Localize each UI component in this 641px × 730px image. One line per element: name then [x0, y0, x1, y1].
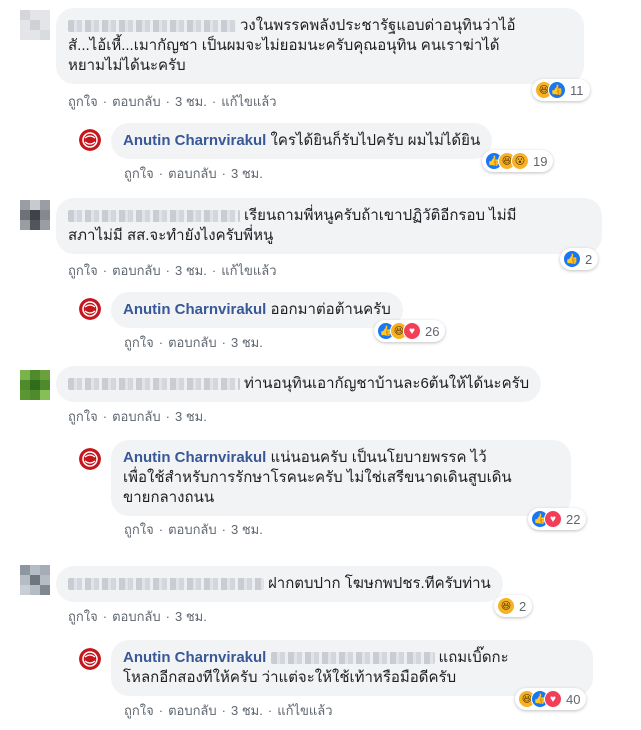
page-name[interactable]: Anutin Charnvirakul [123, 649, 266, 666]
comment-text: สภาไม่มี สส.จะทำยังไงครับพี่หนู [68, 227, 274, 244]
page-avatar[interactable] [79, 129, 101, 151]
timestamp[interactable]: 3 ชม. [231, 519, 263, 540]
page-name[interactable]: Anutin Charnvirakul [123, 301, 266, 318]
reaction-count: 2 [519, 598, 527, 614]
reply-text: โหลกอีกสองทีให้ครับ ว่าแต่จะให้ใช้เท้าหร… [123, 669, 457, 686]
reply-actions: ถูกใจ · ตอบกลับ · 3 ชม. [124, 332, 263, 353]
reaction-count: 26 [425, 323, 440, 339]
timestamp[interactable]: 3 ชม. [175, 606, 207, 627]
like-link[interactable]: ถูกใจ [124, 163, 154, 184]
reaction-summary[interactable]: 😆 2 [494, 595, 533, 617]
reaction-summary[interactable]: 👍 😆 ♥ 26 [374, 320, 446, 342]
reaction-summary[interactable]: 👍 😆 😮 19 [482, 150, 554, 172]
timestamp[interactable]: 3 ชม. [231, 700, 263, 721]
reply-actions: ถูกใจ · ตอบกลับ · 3 ชม. [124, 163, 263, 184]
comment-text: สั...ไอ้เหี้...เมากัญชา เป็นผมจะไม่ยอมนะ… [68, 37, 500, 54]
comment-text: ท่านอนุทินเอากัญชาบ้านละ6ต้นให้ได้นะครับ [244, 375, 530, 392]
edited-label: แก้ไขแล้ว [221, 94, 277, 109]
comment-text: หยามไม่ได้นะครับ [68, 57, 186, 74]
page-name[interactable]: Anutin Charnvirakul [123, 132, 266, 149]
reply-link[interactable]: ตอบกลับ [168, 700, 217, 721]
redacted-name [68, 210, 240, 223]
love-icon: ♥ [544, 690, 562, 708]
comment-actions: ถูกใจ · ตอบกลับ · 3 ชม. · แก้ไขแล้ว [68, 260, 277, 281]
reply-text: เพื่อใช้สำหรับการรักษาโรคนะครับ ไม่ใช่เส… [123, 469, 512, 486]
reply-link[interactable]: ตอบกลับ [112, 406, 161, 427]
comment-bubble: เรียนถามพี่หนูครับถ้าเขาปฏิวัติอีกรอบ ไม… [56, 198, 602, 254]
reply-link[interactable]: ตอบกลับ [112, 260, 161, 281]
timestamp[interactable]: 3 ชม. [175, 91, 207, 112]
commenter-avatar[interactable] [20, 10, 50, 40]
reply-bubble: Anutin Charnvirakul แน่นอนครับ เป็นนโยบา… [111, 440, 571, 516]
redacted-name [68, 578, 264, 591]
wow-icon: 😮 [511, 152, 529, 170]
like-link[interactable]: ถูกใจ [68, 606, 98, 627]
comment-bubble: ฝากตบปาก โฆษกพปชร.ทีครับท่าน [56, 566, 503, 602]
timestamp[interactable]: 3 ชม. [175, 260, 207, 281]
love-icon: ♥ [403, 322, 421, 340]
reply-text: แน่นอนครับ เป็นนโยบายพรรค ไว้ [270, 449, 487, 466]
commenter-avatar[interactable] [20, 200, 50, 230]
reaction-summary[interactable]: 😆 👍 11 [532, 79, 590, 101]
comment-actions: ถูกใจ · ตอบกลับ · 3 ชม. [68, 606, 207, 627]
comment-bubble: ท่านอนุทินเอากัญชาบ้านละ6ต้นให้ได้นะครับ [56, 366, 542, 402]
reaction-count: 40 [566, 691, 581, 707]
page-avatar[interactable] [79, 298, 101, 320]
reply-bubble: Anutin Charnvirakul ใครได้ยินก็รับไปครับ… [111, 123, 493, 159]
reply-link[interactable]: ตอบกลับ [168, 519, 217, 540]
commenter-avatar[interactable] [20, 565, 50, 595]
reaction-count: 2 [585, 251, 593, 267]
reply-text: ใครได้ยินก็รับไปครับ ผมไม่ได้ยิน [270, 132, 481, 149]
reaction-summary[interactable]: 👍 2 [560, 248, 599, 270]
reply-text: ขายกลางถนน [123, 489, 215, 506]
comment-text: ฝากตบปาก โฆษกพปชร.ทีครับท่าน [268, 575, 491, 592]
comment-actions: ถูกใจ · ตอบกลับ · 3 ชม. · แก้ไขแล้ว [68, 91, 277, 112]
reply-link[interactable]: ตอบกลับ [168, 163, 217, 184]
like-link[interactable]: ถูกใจ [68, 406, 98, 427]
comment-text: เรียนถามพี่หนูครับถ้าเขาปฏิวัติอีกรอบ ไม… [244, 207, 517, 224]
reaction-count: 19 [533, 153, 548, 169]
redacted-name [270, 652, 435, 665]
like-icon: 👍 [548, 81, 566, 99]
reaction-summary[interactable]: 👍 ♥ 22 [528, 508, 587, 530]
commenter-avatar[interactable] [20, 370, 50, 400]
like-icon: 👍 [563, 250, 581, 268]
reply-bubble: Anutin Charnvirakul แถมเบิ๊ดกะ โหลกอีกสอ… [111, 640, 593, 696]
like-link[interactable]: ถูกใจ [68, 91, 98, 112]
timestamp[interactable]: 3 ชม. [231, 163, 263, 184]
comment-text: วงในพรรคพลังประชารัฐแอบด่าอนุทินว่าไอ้ [240, 17, 516, 34]
reply-actions: ถูกใจ · ตอบกลับ · 3 ชม. · แก้ไขแล้ว [124, 700, 333, 721]
haha-icon: 😆 [497, 597, 515, 615]
page-avatar[interactable] [79, 448, 101, 470]
timestamp[interactable]: 3 ชม. [231, 332, 263, 353]
redacted-name [68, 378, 240, 391]
page-name[interactable]: Anutin Charnvirakul [123, 449, 266, 466]
page-avatar[interactable] [79, 648, 101, 670]
edited-label: แก้ไขแล้ว [221, 263, 277, 278]
like-link[interactable]: ถูกใจ [124, 700, 154, 721]
reply-link[interactable]: ตอบกลับ [168, 332, 217, 353]
edited-label: แก้ไขแล้ว [277, 703, 333, 718]
like-link[interactable]: ถูกใจ [68, 260, 98, 281]
reply-text: ออกมาต่อต้านครับ [270, 301, 391, 318]
reply-link[interactable]: ตอบกลับ [112, 606, 161, 627]
like-link[interactable]: ถูกใจ [124, 519, 154, 540]
like-link[interactable]: ถูกใจ [124, 332, 154, 353]
timestamp[interactable]: 3 ชม. [175, 406, 207, 427]
reaction-count: 11 [570, 82, 584, 98]
reply-text: แถมเบิ๊ดกะ [438, 649, 509, 666]
comment-actions: ถูกใจ · ตอบกลับ · 3 ชม. [68, 406, 207, 427]
reaction-count: 22 [566, 511, 581, 527]
comment-bubble: วงในพรรคพลังประชารัฐแอบด่าอนุทินว่าไอ้ ส… [56, 8, 584, 84]
reply-bubble: Anutin Charnvirakul ออกมาต่อต้านครับ [111, 292, 403, 328]
reply-actions: ถูกใจ · ตอบกลับ · 3 ชม. [124, 519, 263, 540]
love-icon: ♥ [544, 510, 562, 528]
redacted-name [68, 20, 236, 33]
reply-link[interactable]: ตอบกลับ [112, 91, 161, 112]
reaction-summary[interactable]: 😆 👍 ♥ 40 [515, 688, 587, 710]
